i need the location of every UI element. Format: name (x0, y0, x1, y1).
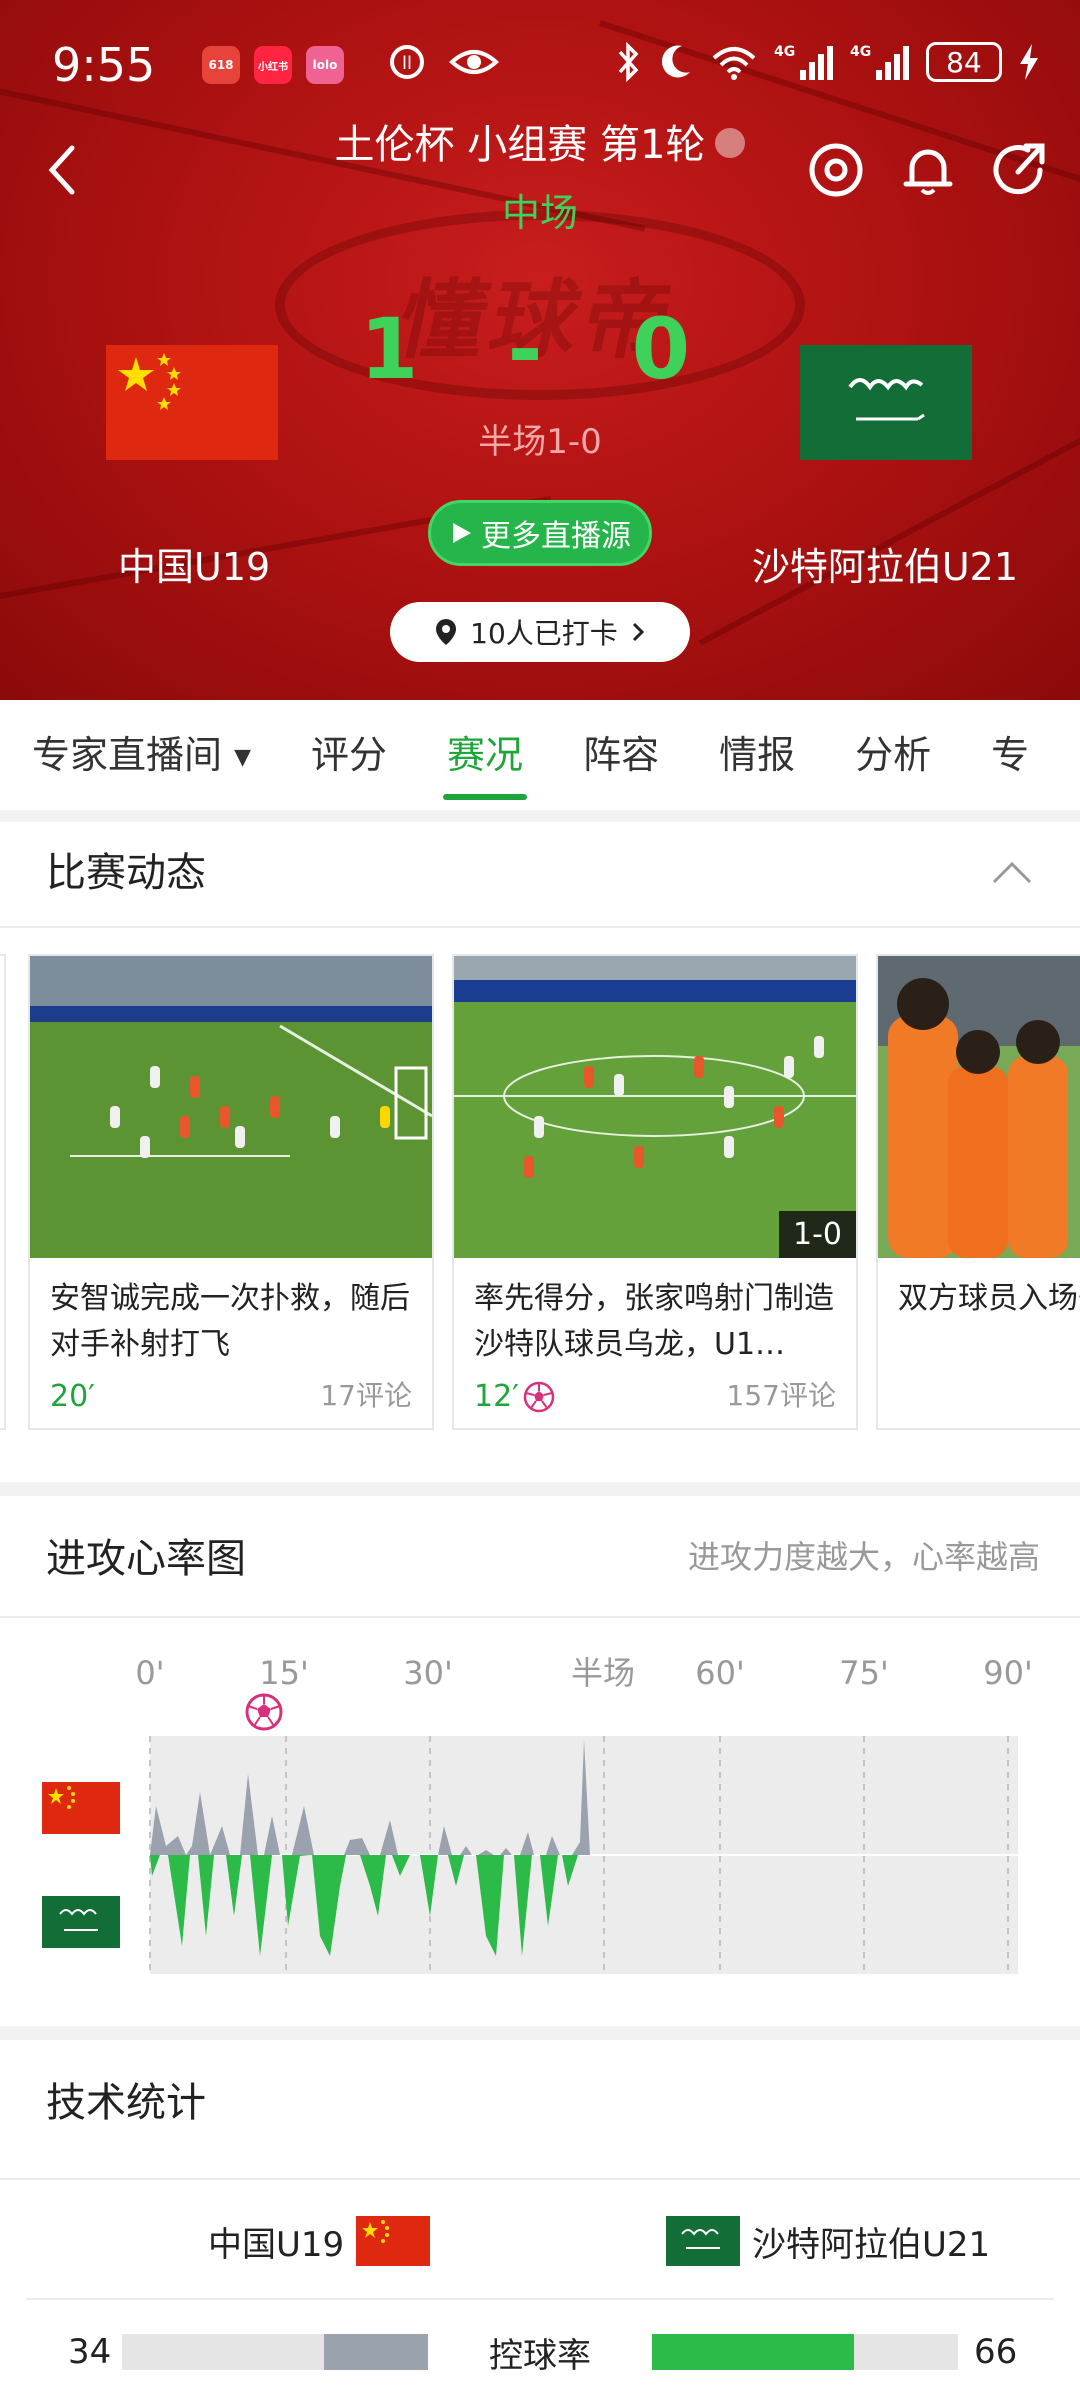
app-lolo-icon: lolo (306, 46, 344, 84)
tick-label: 75' (839, 1654, 889, 1692)
bluetooth-icon (618, 42, 639, 82)
video-card[interactable]: 安智诚完成一次扑救，随后对手补射打飞 20′ 17评论 (28, 954, 434, 1430)
tab-match-status[interactable]: 赛况 (417, 700, 553, 810)
video-minute: 12′ (474, 1379, 555, 1414)
section-title: 进攻心率图 (46, 1536, 246, 1582)
tab-ratings[interactable]: 评分 (281, 700, 417, 810)
video-thumbnail (878, 956, 1080, 1258)
video-card[interactable]: 双方球员入场开始 (876, 954, 1080, 1430)
status-time: 9:55 (52, 38, 156, 92)
bell-icon[interactable] (898, 140, 958, 200)
saudi-flag[interactable] (800, 345, 972, 460)
app-xiaohongshu-icon: 小红书 (254, 46, 292, 84)
home-flag-small (42, 1782, 120, 1834)
video-thumbnail (30, 956, 432, 1258)
share-icon[interactable] (990, 140, 1050, 200)
match-events-card: 比赛动态 安智诚完成一次扑救，随后对手补射打飞 20′ 17评论 1-0 率先得… (0, 822, 1080, 1482)
app-618-icon: 618 (202, 46, 240, 84)
attack-heart-rate-card: 进攻心率图 进攻力度越大，心率越高 0' 15' 30' 半场 60' 75' … (0, 1496, 1080, 2026)
home-team-name[interactable]: 中国U19 (118, 536, 270, 591)
status-bar: 9:55 618 小红书 lolo ll 4G 4G 84 (52, 38, 1040, 98)
stat-away-bar-fill (652, 2334, 854, 2370)
tick-label: 30' (403, 1654, 453, 1692)
checkin-button[interactable]: 10人已打卡 (390, 602, 690, 662)
video-caption: 率先得分，张家鸣射门制造沙特队球员乌龙，U1… (474, 1281, 834, 1362)
tick-label: 0' (135, 1654, 164, 1692)
match-header: 懂球帝 9:55 618 小红书 lolo ll 4G 4G 84 土伦杯 小组… (0, 0, 1080, 700)
stat-away-bar-track (652, 2334, 958, 2370)
away-flag-small (42, 1896, 120, 1948)
stats-away-team: 沙特阿拉伯U21 (666, 2216, 990, 2266)
chart-hint: 进攻力度越大，心率越高 (687, 1538, 1040, 1576)
location-pin-icon (436, 619, 457, 645)
heart-rate-chart: 0' 15' 30' 半场 60' 75' 90' (135, 1654, 1033, 1974)
video-thumbnail: 1-0 (454, 956, 856, 1258)
video-score-tag: 1-0 (779, 1211, 856, 1258)
video-minute: 20′ (50, 1379, 95, 1414)
tick-label: 60' (695, 1654, 745, 1692)
video-comments[interactable]: 17评论 (320, 1374, 412, 1414)
tab-bar: 专家直播间 ▼ 评分 赛况 阵容 情报 分析 专 (0, 700, 1080, 810)
stat-row-possession: 34 控球率 66 (0, 2320, 1080, 2380)
moon-icon (661, 45, 690, 78)
away-team-name[interactable]: 沙特阿拉伯U21 (752, 536, 1018, 591)
tech-stats-card: 技术统计 中国U19 沙特阿拉伯U21 34 控球率 66 (0, 2040, 1080, 2388)
charging-icon (1020, 44, 1038, 80)
video-card-prev[interactable] (0, 954, 6, 1430)
video-carousel[interactable]: 安智诚完成一次扑救，随后对手补射打飞 20′ 17评论 1-0 率先得分，张家鸣… (0, 954, 1080, 1430)
tick-label: 半场 (571, 1654, 635, 1692)
chevron-right-icon (715, 128, 746, 158)
tab-more[interactable]: 专 (961, 700, 1059, 810)
play-icon (453, 523, 471, 543)
tab-expert-live[interactable]: 专家直播间 ▼ (0, 700, 281, 810)
data-saver-icon: ll (390, 45, 424, 79)
eye-icon (449, 50, 499, 74)
section-title: 技术统计 (46, 2080, 206, 2126)
chevron-right-icon (632, 622, 644, 642)
target-icon[interactable] (806, 140, 866, 200)
soccer-ball-icon (523, 1381, 555, 1412)
svg-text:ll: ll (402, 53, 412, 74)
video-card[interactable]: 1-0 率先得分，张家鸣射门制造沙特队球员乌龙，U1… 12′ 157评论 (452, 954, 858, 1430)
svg-text:4G: 4G (774, 44, 795, 60)
signal-icon: 4G (774, 44, 833, 80)
collapse-chevron-icon[interactable] (990, 858, 1034, 886)
wifi-icon (712, 47, 756, 80)
china-flag-small (356, 2216, 431, 2266)
video-caption: 安智诚完成一次扑救，随后对手补射打飞 (50, 1281, 410, 1362)
tick-label: 15' (259, 1654, 309, 1692)
svg-text:4G: 4G (850, 44, 871, 60)
signal-icon-2: 4G (850, 44, 909, 80)
tab-analysis[interactable]: 分析 (825, 700, 961, 810)
tab-intel[interactable]: 情报 (689, 700, 825, 810)
stat-away-value: 66 (974, 2332, 1018, 2372)
saudi-flag-small (666, 2216, 740, 2266)
video-comments[interactable]: 157评论 (727, 1374, 836, 1414)
dropdown-caret-icon: ▼ (234, 745, 252, 770)
video-caption: 双方球员入场开始 (898, 1281, 1080, 1316)
battery-indicator: 84 (926, 42, 1002, 82)
tab-lineup[interactable]: 阵容 (553, 700, 689, 810)
tick-label: 90' (983, 1654, 1033, 1692)
section-title: 比赛动态 (46, 850, 206, 896)
stats-home-team: 中国U19 (208, 2216, 431, 2266)
more-live-sources-button[interactable]: 更多直播源 (428, 500, 652, 566)
goal-marker (245, 1693, 283, 1731)
